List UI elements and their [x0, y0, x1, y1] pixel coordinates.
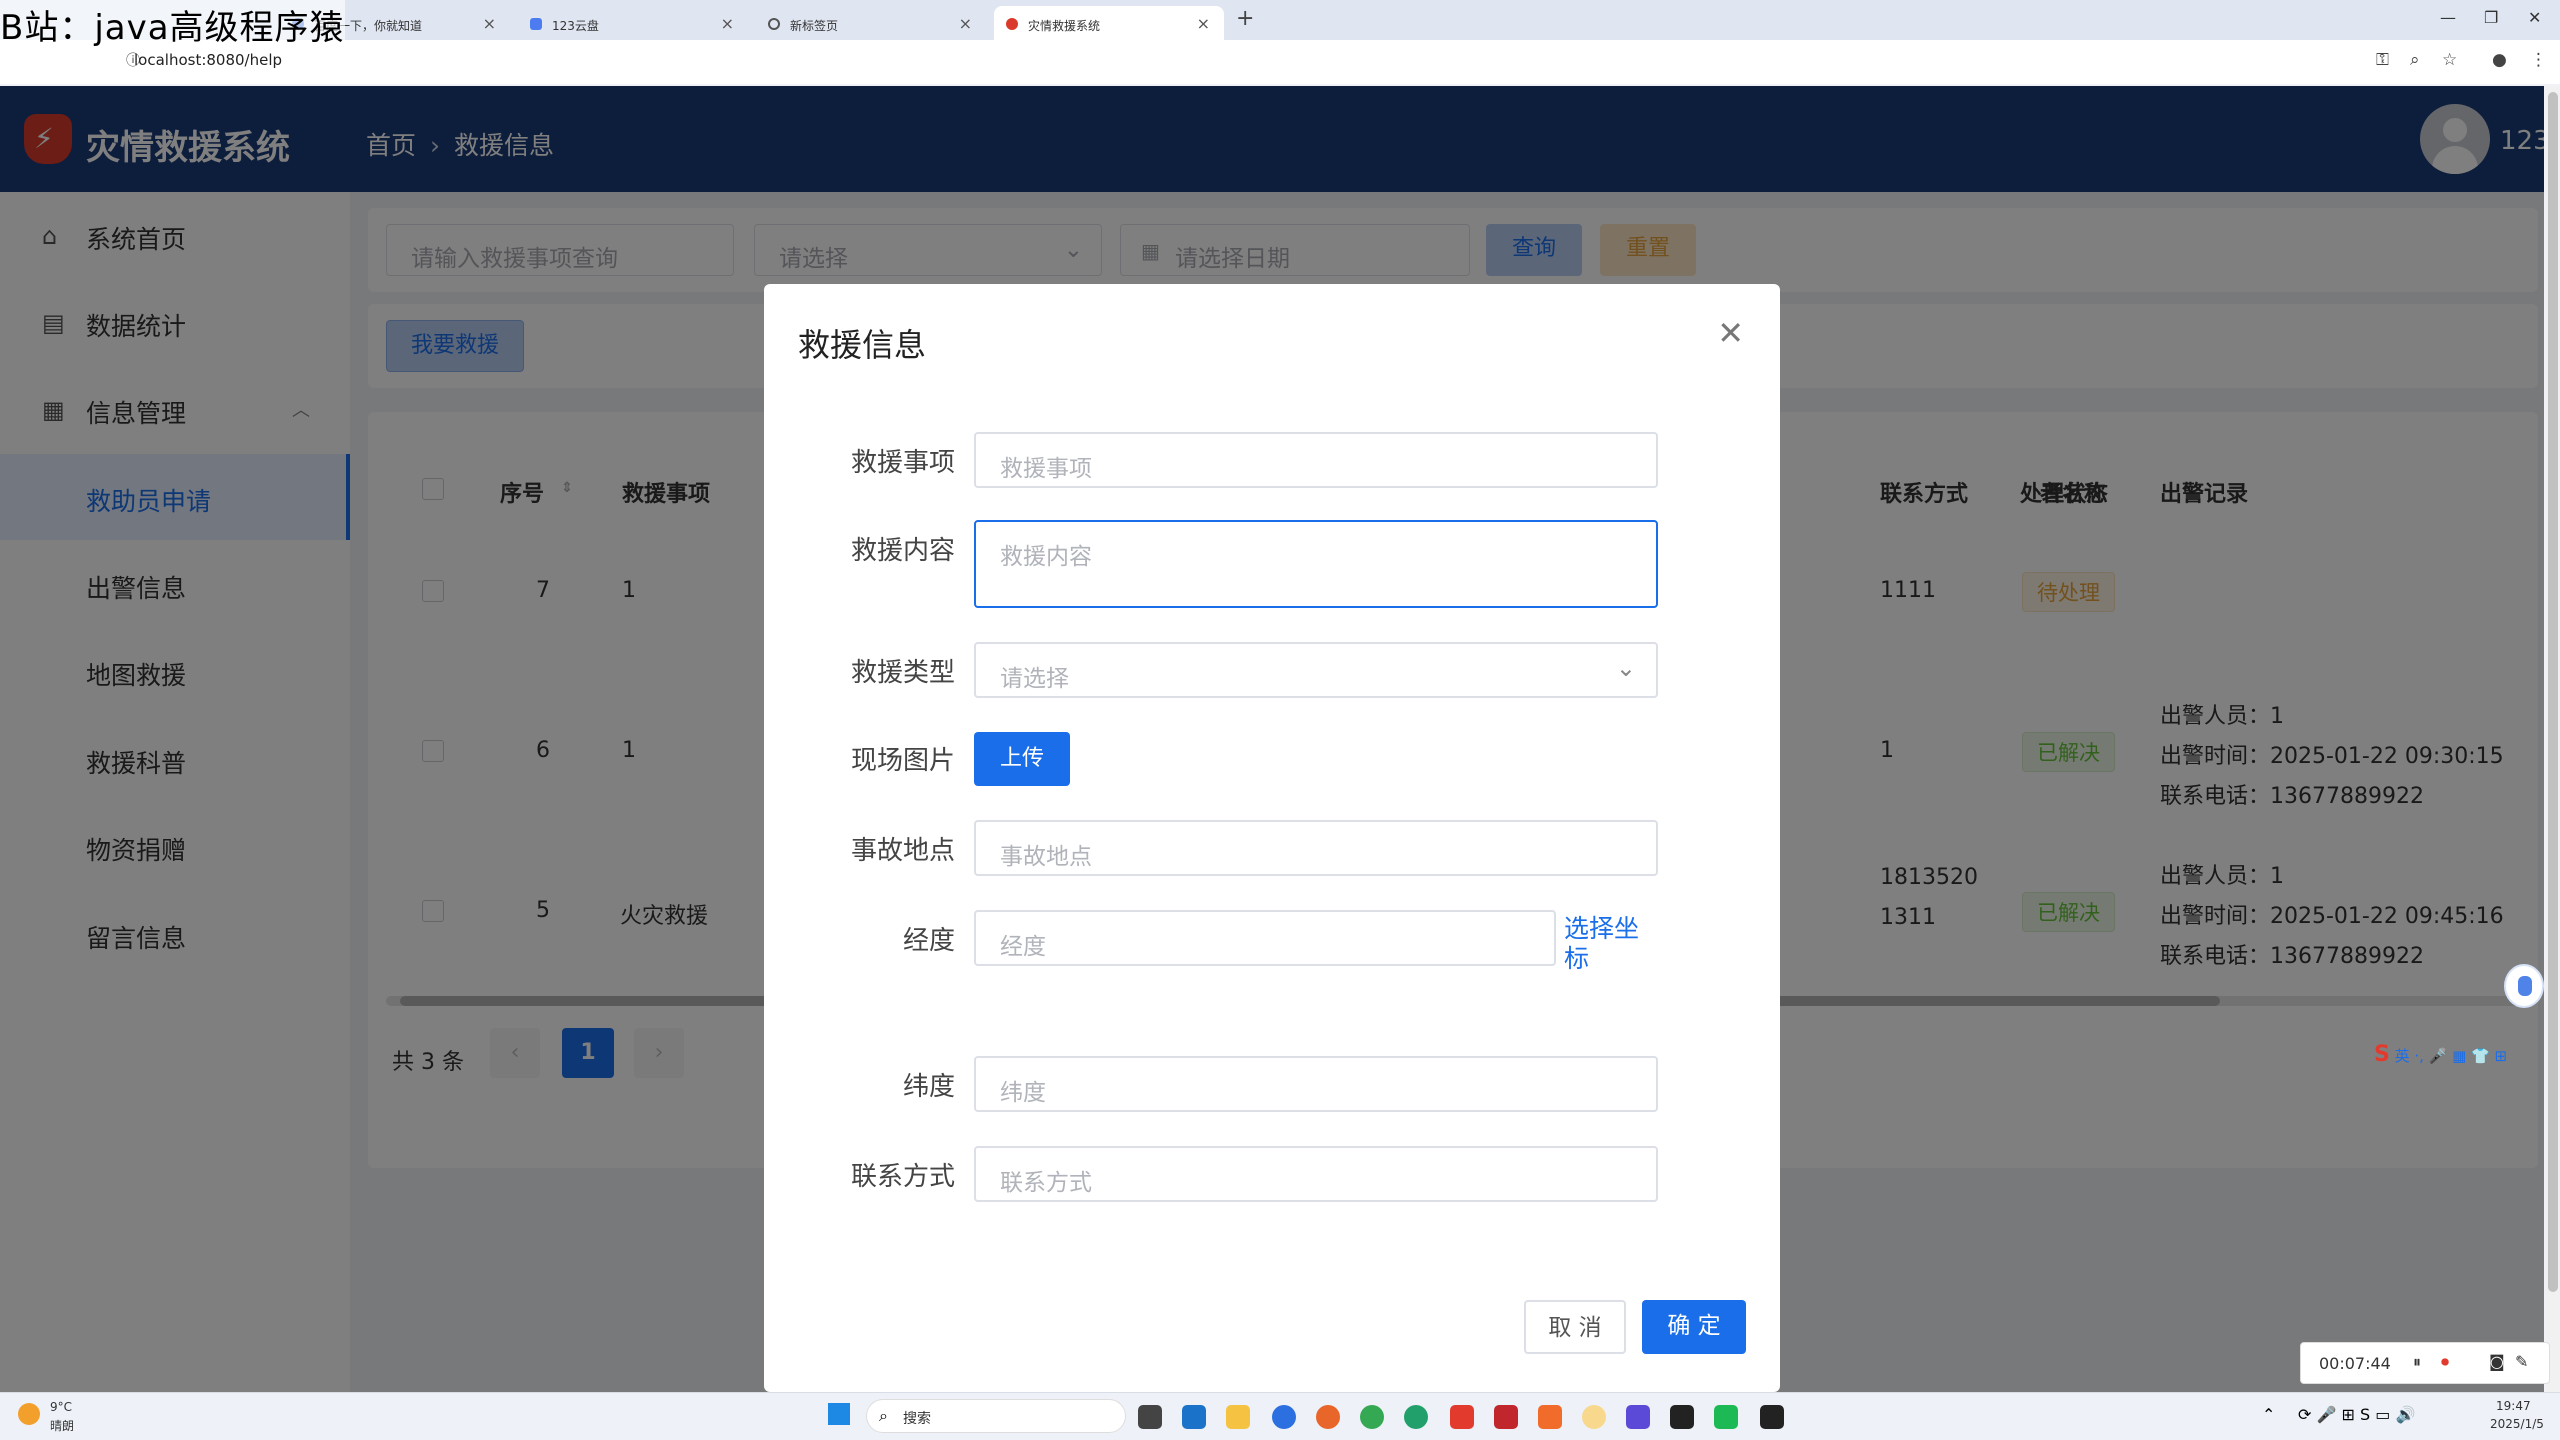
chevron-up-icon[interactable]: ⌃ [2262, 1405, 2275, 1424]
tab-active[interactable]: 灾情救援系统 × [994, 6, 1224, 40]
app-icon[interactable] [1272, 1405, 1296, 1429]
pick-coordinate-link[interactable]: 选择坐标 [1564, 914, 1648, 974]
restore-icon[interactable]: ❐ [2484, 8, 2498, 27]
cancel-button[interactable]: 取 消 [1524, 1300, 1626, 1354]
latitude-input[interactable]: 纬度 [974, 1056, 1658, 1112]
stop-icon[interactable]: ⏺ [2441, 1352, 2449, 1372]
app-red-icon[interactable] [1494, 1405, 1518, 1429]
search-icon: ⌕ [879, 1406, 888, 1425]
label-item: 救援事项 [850, 448, 955, 478]
dialog-title: 救援信息 [798, 326, 927, 364]
camera-icon[interactable]: ◙ [2489, 1352, 2505, 1371]
browser-chrome: 百度一下，你就知道 × 123云盘 × 新标签页 × 灾情救援系统 × + — … [0, 0, 2560, 111]
windows-start-icon[interactable] [828, 1403, 850, 1425]
tab-123pan[interactable]: 123云盘 × [518, 6, 748, 40]
label-location: 事故地点 [850, 836, 955, 866]
label-content: 救援内容 [850, 536, 955, 566]
weather-temp: 9°C [50, 1400, 73, 1414]
label-longitude: 经度 [902, 926, 955, 956]
folder-icon[interactable] [1226, 1405, 1250, 1429]
video-watermark: B站：java高级程序猿 [0, 0, 345, 49]
chrome-icon[interactable] [1360, 1405, 1384, 1429]
store-icon[interactable] [1182, 1405, 1206, 1429]
menu-icon[interactable]: ⋮ [2530, 50, 2547, 70]
password-key-icon[interactable]: ⚿ [2376, 50, 2389, 70]
window-close-icon[interactable]: ✕ [2528, 8, 2541, 27]
close-icon[interactable]: × [959, 14, 972, 33]
close-icon[interactable]: × [721, 14, 734, 33]
floating-assistant-icon[interactable] [2504, 964, 2544, 1008]
tab-newtab[interactable]: 新标签页 × [756, 6, 986, 40]
type-select[interactable]: 请选择 ⌄ [974, 642, 1658, 698]
item-input[interactable]: 救援事项 [974, 432, 1658, 488]
confirm-button[interactable]: 确 定 [1642, 1300, 1746, 1354]
location-input[interactable]: 事故地点 [974, 820, 1658, 876]
taskbar: 9°C 晴朗 ⌕ 搜索 ⌃ ⟳ 🎤 ⊞ S ▭ 🔊 19:47 2025/1/5 [0, 1392, 2560, 1440]
chevron-down-icon: ⌄ [1615, 654, 1636, 682]
label-phone: 联系方式 [850, 1162, 955, 1192]
123pan-icon [530, 18, 542, 30]
app-favicon-icon [1006, 18, 1018, 30]
profile-icon[interactable]: ● [2492, 50, 2507, 70]
jetbrains-icon[interactable] [1670, 1405, 1694, 1429]
label-latitude: 纬度 [902, 1072, 955, 1102]
longitude-input[interactable]: 经度 [974, 910, 1556, 966]
tab-strip: 百度一下，你就知道 × 123云盘 × 新标签页 × 灾情救援系统 × + — … [0, 0, 2560, 40]
ime-toolbar[interactable]: S 英 ·, 🎤 ▦ 👕 ⊞ [2374, 1042, 2550, 1072]
sogou-icon: S [2374, 1042, 2390, 1067]
close-icon[interactable]: × [483, 14, 496, 33]
phone-input[interactable]: 联系方式 [974, 1146, 1658, 1202]
app-yellow-icon[interactable] [1582, 1405, 1606, 1429]
new-tab-button[interactable]: + [1236, 6, 1254, 31]
clock-date: 2025/1/5 [2490, 1417, 2544, 1431]
wps-icon[interactable] [1450, 1405, 1474, 1429]
firefox-icon[interactable] [1316, 1405, 1340, 1429]
app-green-icon[interactable] [1714, 1405, 1738, 1429]
url-field[interactable]: localhost:8080/help [134, 51, 282, 69]
close-icon[interactable]: × [1197, 14, 1210, 33]
recorder-bar: 00:07:44 ⏸ ⏺ ◙ ✎ [2300, 1342, 2550, 1384]
recorder-time: 00:07:44 [2319, 1354, 2391, 1373]
chrome-icon [768, 18, 780, 30]
app-orange-icon[interactable] [1538, 1405, 1562, 1429]
label-photo: 现场图片 [850, 746, 955, 776]
page-scrollbar-thumb[interactable] [2548, 92, 2558, 1292]
tray-icons[interactable]: ⟳ 🎤 ⊞ S ▭ 🔊 [2298, 1405, 2415, 1424]
site-info-icon[interactable]: ⓘ [126, 50, 140, 70]
clock-time: 19:47 [2496, 1399, 2531, 1413]
zoom-icon[interactable]: ⌕ [2410, 50, 2420, 70]
weather-text: 晴朗 [50, 1419, 75, 1433]
app-purple-icon[interactable] [1626, 1405, 1650, 1429]
weather-icon[interactable] [18, 1403, 40, 1425]
taskbar-search[interactable]: ⌕ 搜索 [866, 1399, 1126, 1433]
label-type: 救援类型 [850, 658, 955, 688]
bookmark-star-icon[interactable]: ☆ [2442, 50, 2457, 70]
pen-icon[interactable]: ✎ [2515, 1352, 2528, 1371]
content-textarea[interactable]: 救援内容 [974, 520, 1658, 608]
upload-button[interactable]: 上传 [974, 732, 1070, 786]
terminal-icon[interactable] [1760, 1405, 1784, 1429]
rescue-info-dialog: 救援信息 ✕ 救援事项 救援事项 救援内容 救援内容 救援类型 请选择 ⌄ 现场… [764, 284, 1780, 1392]
task-view-icon[interactable] [1138, 1405, 1162, 1429]
pause-icon[interactable]: ⏸ [2413, 1352, 2421, 1372]
address-bar-row: ← → ↻ localhost:8080/help ⓘ ⚿ ⌕ ☆ ● ⋮ [0, 40, 2560, 111]
minimize-icon[interactable]: — [2440, 8, 2456, 27]
edge-icon[interactable] [1404, 1405, 1428, 1429]
close-icon[interactable]: ✕ [1717, 314, 1744, 352]
ime-mode-icon: 英 ·, 🎤 ▦ 👕 ⊞ [2394, 1047, 2508, 1065]
